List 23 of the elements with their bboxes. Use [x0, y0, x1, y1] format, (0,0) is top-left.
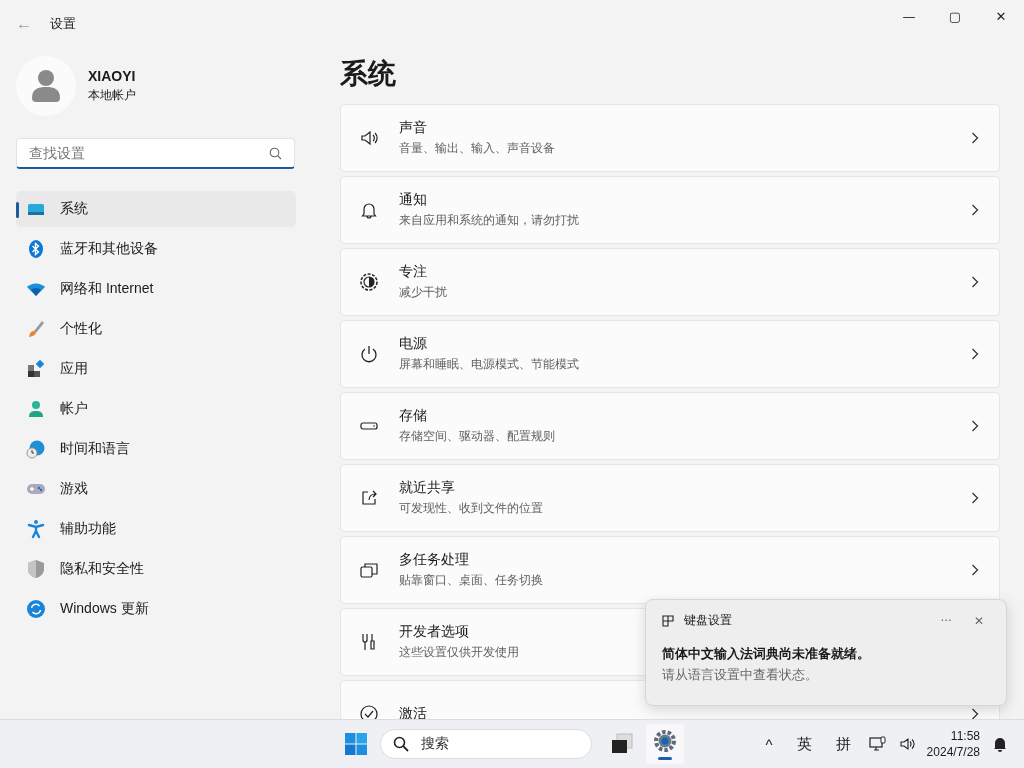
- card-subtitle: 屏幕和睡眠、电源模式、节能模式: [399, 356, 579, 373]
- notification-app: 键盘设置: [684, 612, 732, 629]
- account-type: 本地帐户: [88, 87, 136, 104]
- notification-message: 简体中文输入法词典尚未准备就绪。: [662, 645, 871, 663]
- card-subtitle: 减少干扰: [399, 284, 447, 301]
- card-title: 多任务处理: [399, 551, 469, 569]
- notification-detail: 请从语言设置中查看状态。: [662, 666, 819, 684]
- card-subtitle: 来自应用和系统的通知，请勿打扰: [399, 212, 579, 229]
- card-title: 声音: [399, 119, 427, 137]
- card-title: 专注: [399, 263, 427, 281]
- card-subtitle: 音量、输出、输入、声音设备: [399, 140, 555, 157]
- window-title: 设置: [50, 15, 76, 33]
- card-title: 存储: [399, 407, 427, 425]
- card-title: 就近共享: [399, 479, 455, 497]
- card-subtitle: 贴靠窗口、桌面、任务切换: [399, 572, 543, 589]
- card-title: 电源: [399, 335, 427, 353]
- card-subtitle: 这些设置仅供开发使用: [399, 644, 519, 661]
- page-title: 系统: [340, 57, 397, 91]
- card-subtitle: 可发现性、收到文件的位置: [399, 500, 543, 517]
- card-title: 开发者选项: [399, 623, 469, 641]
- card-subtitle: 存储空间、驱动器、配置规则: [399, 428, 555, 445]
- account-name: XIAOYI: [88, 68, 136, 84]
- card-title: 通知: [399, 191, 427, 209]
